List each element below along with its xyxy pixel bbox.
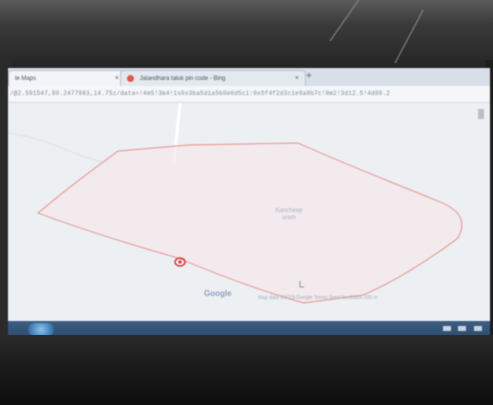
map-footer-links[interactable]: Map data ©2018 Google Terms Send feedbac… [258, 295, 378, 301]
map-zoom-control[interactable] [478, 109, 484, 119]
close-icon[interactable]: × [115, 71, 119, 87]
browser-tab-bar: le Maps × Jalandhara taluk pin code - Bi… [8, 68, 490, 87]
map-canvas[interactable]: Kancheep uram Google Map data ©2018 Goog… [8, 103, 490, 321]
region-label: Kancheep uram [275, 208, 303, 221]
laptop-bezel-bottom [0, 335, 493, 405]
close-icon[interactable]: × [295, 71, 299, 87]
region-boundary [36, 142, 463, 304]
tab-label: Jalandhara taluk pin code - Bing [139, 76, 226, 82]
map-svg [8, 103, 463, 304]
tab-label: le Maps [15, 76, 37, 82]
laptop-bezel-top [0, 0, 493, 70]
tab-google-maps[interactable]: le Maps × [8, 70, 126, 87]
tray-icon[interactable] [474, 326, 482, 331]
url-text[interactable]: /@2.591547,80.2477983,14.75z/data=!4m5!3… [10, 88, 480, 100]
system-tray[interactable] [437, 326, 482, 332]
photo-frame: le Maps × Jalandhara taluk pin code - Bi… [0, 0, 493, 405]
google-logo: Google [204, 289, 232, 298]
bing-favicon-icon [127, 74, 134, 82]
address-bar[interactable]: /@2.591547,80.2477983,14.75z/data=!4m5!3… [8, 86, 490, 103]
tab-bing-search[interactable]: Jalandhara taluk pin code - Bing × [120, 70, 306, 87]
new-tab-button[interactable]: + [306, 70, 312, 84]
tray-icon[interactable] [442, 326, 451, 331]
road-line [8, 132, 109, 164]
laptop-screen: le Maps × Jalandhara taluk pin code - Bi… [8, 68, 490, 338]
tray-icon[interactable] [458, 326, 467, 331]
